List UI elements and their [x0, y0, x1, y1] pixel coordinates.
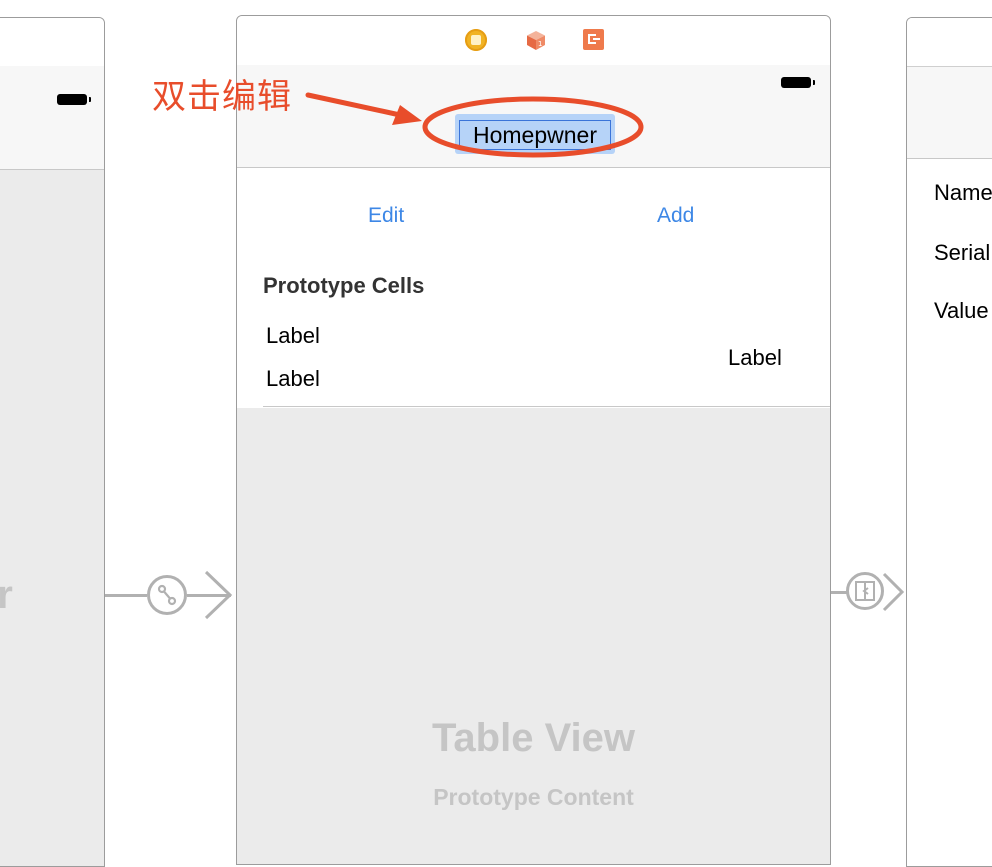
- battery-icon: [57, 94, 91, 105]
- scene-dock: 1: [237, 16, 830, 66]
- annotation-ellipse-icon: [422, 96, 644, 158]
- edit-bar-button[interactable]: Edit: [368, 204, 404, 228]
- segue-relationship-icon[interactable]: [147, 575, 187, 615]
- cell-subtitle-label[interactable]: Label: [266, 366, 320, 392]
- segue-arrow-icon: [204, 570, 233, 620]
- name-label[interactable]: Name: [934, 180, 992, 206]
- left-scene-frame[interactable]: er: [0, 17, 105, 867]
- detail-scene-dock: [907, 18, 992, 67]
- annotation-label: 双击编辑: [152, 77, 292, 117]
- segue-line: [831, 591, 847, 594]
- cell-title-label[interactable]: Label: [266, 323, 320, 349]
- segue-arrow-icon: [882, 572, 905, 612]
- segue-show-icon[interactable]: [846, 572, 884, 610]
- value-label[interactable]: Value: [934, 298, 989, 324]
- detail-scene-frame[interactable]: Name Serial Value: [906, 17, 992, 867]
- add-bar-button[interactable]: Add: [657, 204, 694, 228]
- annotation-arrow-icon: [305, 92, 422, 125]
- cell-separator: [263, 406, 830, 407]
- left-scene-nav-bar: [0, 66, 104, 170]
- exit-icon[interactable]: [583, 29, 604, 50]
- serial-label[interactable]: Serial: [934, 240, 990, 266]
- detail-scene-nav-bar: [907, 18, 992, 159]
- segue-line: [105, 594, 147, 597]
- svg-text:1: 1: [538, 40, 542, 48]
- view-controller-icon[interactable]: [465, 29, 487, 51]
- left-scene-dock: [0, 18, 104, 67]
- left-scene-placeholder-title: er: [0, 573, 13, 618]
- cell-right-label[interactable]: Label: [728, 345, 782, 371]
- prototype-cells-header: Prototype Cells: [263, 273, 425, 298]
- battery-icon: [781, 77, 815, 88]
- table-view-placeholder-subtitle: Prototype Content: [433, 784, 634, 810]
- table-view-placeholder-title: Table View: [431, 716, 636, 760]
- first-responder-cube-icon[interactable]: 1: [525, 29, 547, 51]
